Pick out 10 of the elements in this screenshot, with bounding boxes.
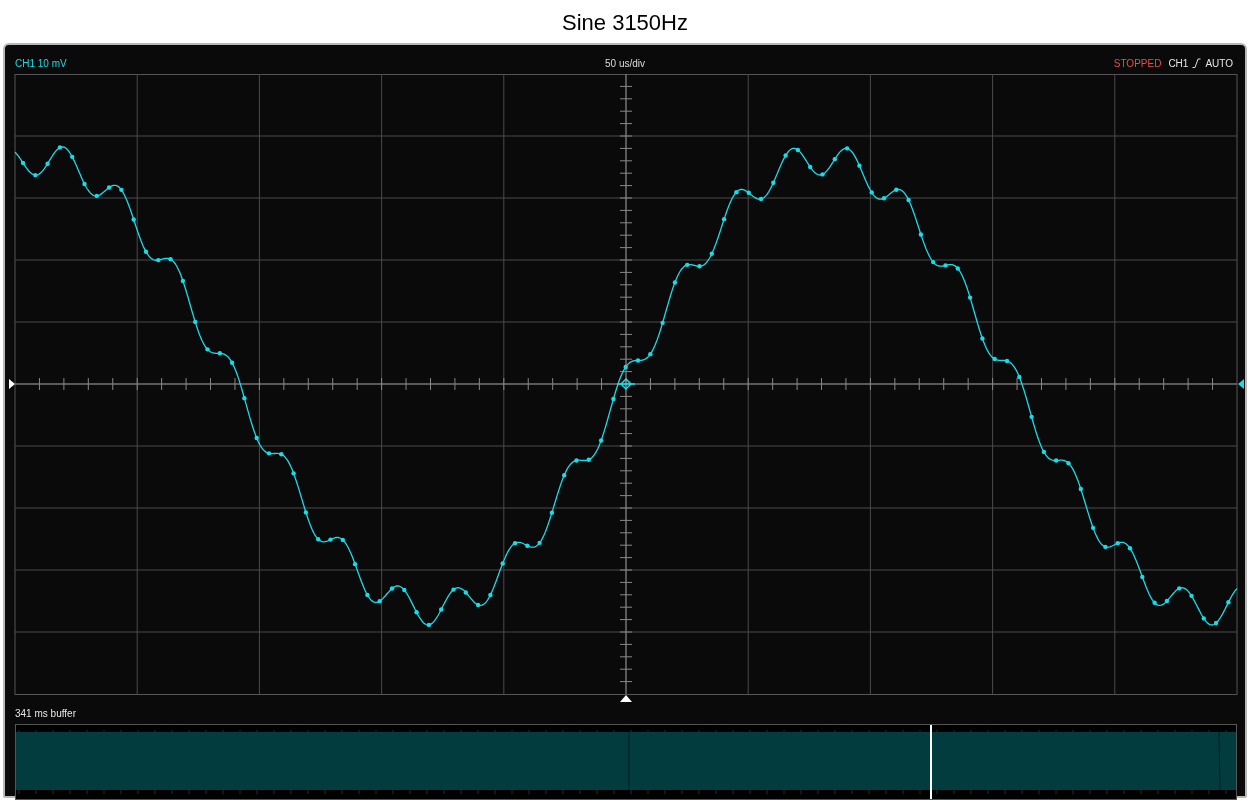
status-label: STOPPED (1113, 57, 1162, 69)
buffer-label: 341 ms buffer (15, 708, 76, 721)
chart-title: Sine 3150Hz (561, 9, 689, 37)
timebase-label: 50 us/div (605, 57, 645, 69)
channel-scale-label: CH1 10 mV (15, 57, 67, 69)
buffer-overview-drawing[interactable] (15, 724, 1237, 800)
rising-edge-icon (1192, 58, 1202, 68)
trigger-mode-label: AUTO (1205, 57, 1233, 69)
trigger-point-icon (616, 377, 636, 391)
trigger-source-label: CH1 (1168, 57, 1189, 69)
